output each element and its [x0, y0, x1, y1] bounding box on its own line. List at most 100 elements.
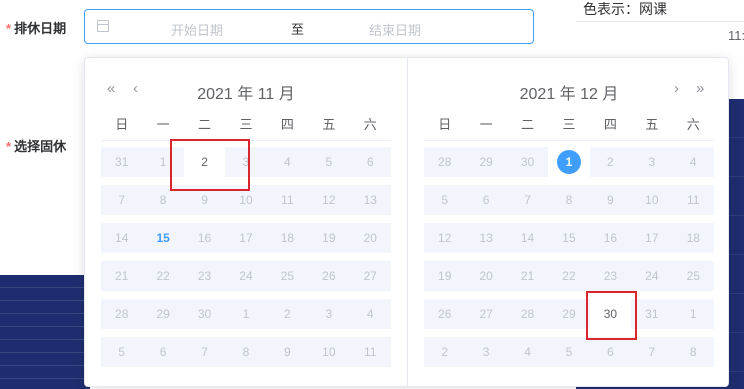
- weekday-label: 一: [479, 117, 493, 132]
- day-cell[interactable]: 9: [590, 185, 631, 215]
- day-cell[interactable]: 3: [465, 337, 506, 367]
- day-cell[interactable]: 9: [267, 337, 308, 367]
- day-cell[interactable]: 28: [101, 299, 142, 329]
- date-range-input[interactable]: 开始日期 至 结束日期: [84, 9, 534, 44]
- weekday-label: 五: [645, 117, 659, 132]
- form-label-rest-date: * 排休日期: [6, 18, 66, 37]
- day-cell[interactable]: 28: [424, 147, 465, 177]
- day-cell[interactable]: 24: [631, 261, 672, 291]
- day-cell[interactable]: 23: [590, 261, 631, 291]
- day-cell[interactable]: 6: [465, 185, 506, 215]
- day-cell[interactable]: 8: [225, 337, 266, 367]
- day-cell[interactable]: 26: [308, 261, 349, 291]
- day-cell[interactable]: 6: [590, 337, 631, 367]
- day-cell[interactable]: 30: [507, 147, 548, 177]
- day-cell[interactable]: 27: [350, 261, 391, 291]
- day-cell[interactable]: 10: [308, 337, 349, 367]
- week-row: 12 13 14 15 16 17 18: [424, 223, 714, 253]
- day-cell[interactable]: 21: [101, 261, 142, 291]
- day-cell[interactable]: 7: [184, 337, 225, 367]
- weekday-label: 六: [363, 117, 377, 132]
- day-cell[interactable]: 4: [673, 147, 714, 177]
- week-row: 14 15 16 17 18 19 20: [101, 223, 391, 253]
- weekday-header: 日一二三四五六: [101, 114, 391, 133]
- day-cell[interactable]: 8: [548, 185, 589, 215]
- day-cell[interactable]: 26: [424, 299, 465, 329]
- day-cell[interactable]: 14: [507, 223, 548, 253]
- day-cell[interactable]: 19: [308, 223, 349, 253]
- day-cell[interactable]: 17: [631, 223, 672, 253]
- day-cell[interactable]: 11: [673, 185, 714, 215]
- calendar-icon: [97, 20, 109, 32]
- week-row: 5 6 7 8 9 10 11: [101, 337, 391, 367]
- day-cell[interactable]: 31: [101, 147, 142, 177]
- day-cell[interactable]: 20: [350, 223, 391, 253]
- day-cell[interactable]: 20: [465, 261, 506, 291]
- weekday-label: 日: [438, 117, 452, 132]
- day-cell[interactable]: 1: [225, 299, 266, 329]
- day-cell[interactable]: 7: [101, 185, 142, 215]
- day-cell[interactable]: 7: [507, 185, 548, 215]
- day-cell[interactable]: 4: [350, 299, 391, 329]
- label-text: 排休日期: [14, 21, 67, 36]
- day-cell[interactable]: 2: [424, 337, 465, 367]
- required-mark: *: [6, 21, 12, 36]
- day-cell[interactable]: 30: [184, 299, 225, 329]
- day-cell[interactable]: 17: [225, 223, 266, 253]
- day-cell[interactable]: 3: [631, 147, 672, 177]
- day-cell[interactable]: 4: [267, 147, 308, 177]
- day-cell[interactable]: 25: [267, 261, 308, 291]
- day-cell[interactable]: 11: [350, 337, 391, 367]
- day-cell[interactable]: 18: [673, 223, 714, 253]
- weekday-label: 六: [686, 117, 700, 132]
- highlight-box-nov-2: [170, 139, 250, 191]
- start-date-input[interactable]: 开始日期: [171, 20, 223, 39]
- day-cell[interactable]: 4: [507, 337, 548, 367]
- day-cell[interactable]: 13: [465, 223, 506, 253]
- day-cell[interactable]: 11: [267, 185, 308, 215]
- day-cell[interactable]: 28: [507, 299, 548, 329]
- day-cell[interactable]: 13: [350, 185, 391, 215]
- day-cell[interactable]: 18: [267, 223, 308, 253]
- day-cell[interactable]: 5: [101, 337, 142, 367]
- day-cell[interactable]: 21: [507, 261, 548, 291]
- day-cell[interactable]: 2: [267, 299, 308, 329]
- day-cell[interactable]: 6: [350, 147, 391, 177]
- day-cell[interactable]: 29: [465, 147, 506, 177]
- day-cell[interactable]: 1: [548, 147, 590, 177]
- day-cell[interactable]: 14: [101, 223, 142, 253]
- day-cell[interactable]: 19: [424, 261, 465, 291]
- day-cell[interactable]: 23: [184, 261, 225, 291]
- selected-day[interactable]: 1: [556, 150, 581, 174]
- weekday-label: 一: [156, 117, 170, 132]
- day-cell[interactable]: 12: [308, 185, 349, 215]
- legend-header-text: 色表示：网课: [583, 1, 667, 17]
- day-cell[interactable]: 5: [424, 185, 465, 215]
- day-cell[interactable]: 12: [424, 223, 465, 253]
- day-cell[interactable]: 5: [308, 147, 349, 177]
- day-cell[interactable]: 6: [142, 337, 183, 367]
- day-cell[interactable]: 5: [548, 337, 589, 367]
- day-cell[interactable]: 24: [225, 261, 266, 291]
- day-cell[interactable]: 7: [631, 337, 672, 367]
- day-cell[interactable]: 2: [590, 147, 631, 177]
- day-cell[interactable]: 1: [673, 299, 714, 329]
- day-cell[interactable]: 29: [548, 299, 589, 329]
- week-row: 28 29 30 1 2 3 4: [101, 299, 391, 329]
- day-cell[interactable]: 3: [308, 299, 349, 329]
- day-cell[interactable]: 22: [548, 261, 589, 291]
- day-cell[interactable]: 10: [631, 185, 672, 215]
- day-cell[interactable]: 16: [184, 223, 225, 253]
- range-separator: 至: [291, 22, 305, 37]
- end-date-input[interactable]: 结束日期: [369, 20, 421, 39]
- day-cell[interactable]: 15: [142, 223, 183, 253]
- day-cell[interactable]: 8: [673, 337, 714, 367]
- day-cell[interactable]: 16: [590, 223, 631, 253]
- weekday-label: 三: [562, 117, 576, 132]
- day-cell[interactable]: 15: [548, 223, 589, 253]
- day-cell[interactable]: 27: [465, 299, 506, 329]
- day-cell[interactable]: 22: [142, 261, 183, 291]
- day-cell[interactable]: 29: [142, 299, 183, 329]
- day-cell[interactable]: 25: [673, 261, 714, 291]
- day-cell[interactable]: 31: [631, 299, 672, 329]
